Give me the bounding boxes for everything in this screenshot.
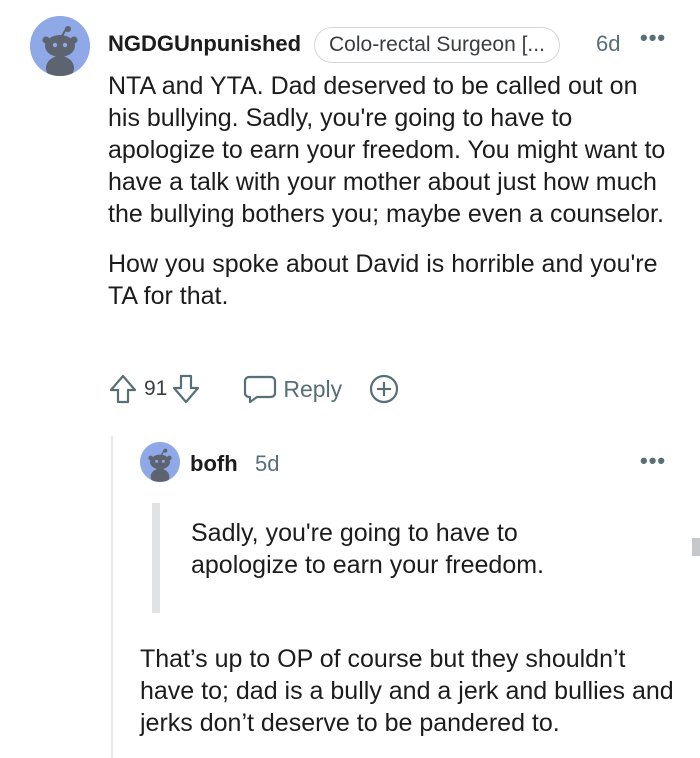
user-flair-badge: Colo-rectal Surgeon [... — [314, 27, 560, 63]
reply-avatar[interactable] — [140, 442, 180, 482]
downvote-icon — [173, 374, 200, 404]
upvote-button[interactable] — [108, 373, 138, 405]
comment-action-bar: 91 Reply — [108, 371, 400, 407]
reply-username[interactable]: bofh — [190, 451, 238, 477]
snoo-avatar-icon — [140, 442, 180, 482]
comment-bubble-icon — [244, 375, 277, 404]
blockquote-text: Sadly, you're going to have to apologize… — [191, 519, 544, 579]
snoo-avatar-icon — [30, 16, 90, 76]
reply-more-options-button[interactable]: ••• — [640, 450, 666, 472]
ellipsis-icon: ••• — [640, 25, 667, 50]
scrollbar-thumb[interactable] — [692, 538, 700, 556]
upvote-icon — [109, 374, 137, 404]
comment-paragraph-1: NTA and YTA. Dad deserved to be called o… — [108, 72, 666, 228]
reply-label: Reply — [283, 375, 343, 402]
blockquote-bar — [152, 503, 160, 613]
vote-count: 91 — [144, 377, 168, 400]
thread-line[interactable] — [111, 436, 113, 758]
comment-username[interactable]: NGDGUnpunished — [108, 31, 301, 57]
reply-body: That’s up to OP of course but they shoul… — [140, 645, 674, 737]
comment-body: NTA and YTA. Dad deserved to be called o… — [108, 70, 668, 312]
downvote-button[interactable] — [171, 373, 201, 405]
more-options-button[interactable]: ••• — [640, 27, 666, 49]
user-avatar[interactable] — [30, 16, 90, 76]
ellipsis-icon: ••• — [640, 448, 667, 473]
comment-age: 6d — [596, 31, 621, 56]
add-award-icon — [370, 374, 399, 404]
reply-button[interactable]: Reply — [243, 374, 342, 404]
award-button[interactable] — [368, 373, 400, 405]
reply-age: 5d — [255, 451, 280, 476]
comment-paragraph-2: How you spoke about David is horrible an… — [108, 250, 658, 310]
